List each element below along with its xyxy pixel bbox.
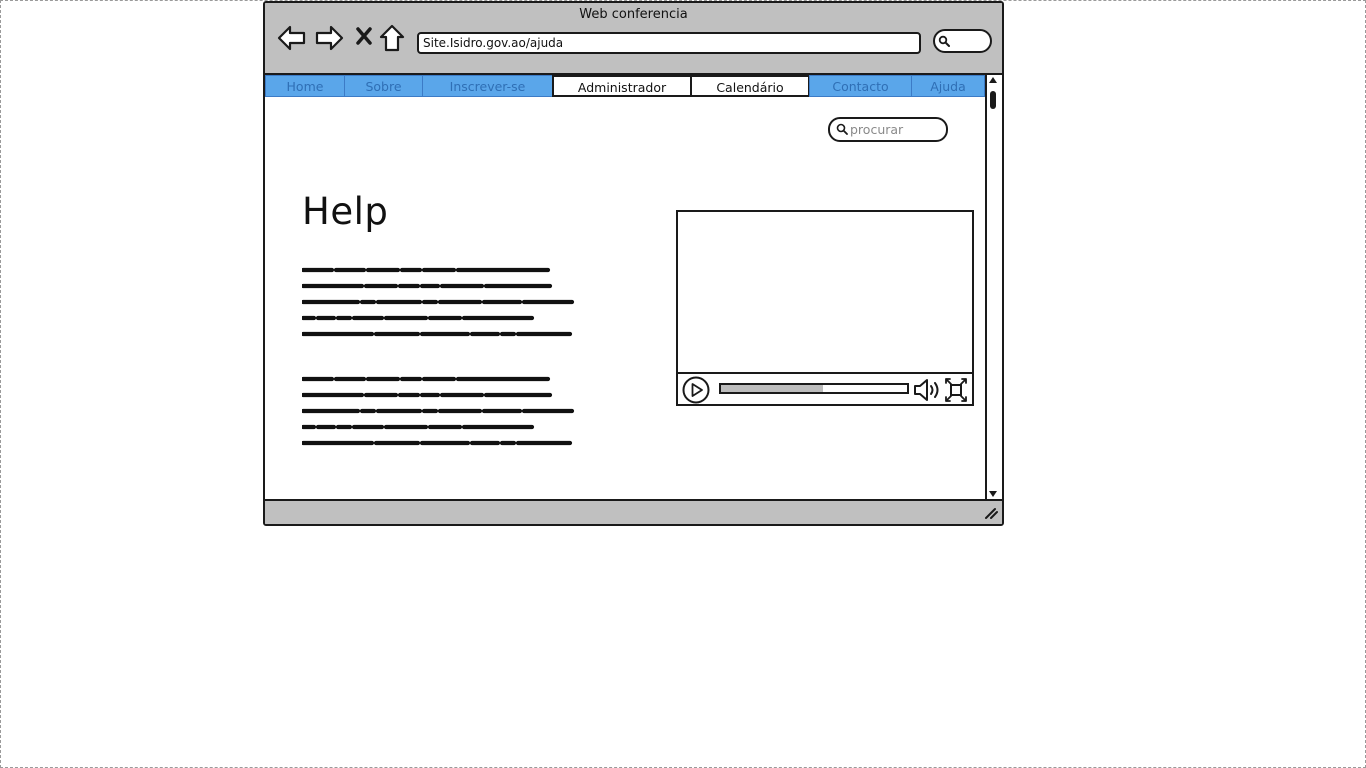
- browser-statusbar: [265, 499, 1002, 524]
- paragraph-placeholder: [302, 267, 575, 337]
- browser-titlebar: Web conferencia Site.Isidro.gov.ao/ajuda: [265, 3, 1002, 75]
- address-bar[interactable]: Site.Isidro.gov.ao/ajuda: [417, 32, 921, 54]
- home-icon[interactable]: [379, 24, 405, 52]
- video-screen[interactable]: [678, 212, 972, 374]
- window-title: Web conferencia: [579, 7, 688, 22]
- browser-window: Web conferencia Site.Isidro.gov.ao/ajuda…: [263, 1, 1004, 526]
- fullscreen-icon[interactable]: [944, 377, 968, 403]
- vertical-scrollbar[interactable]: [985, 75, 1000, 500]
- page-search-field[interactable]: [828, 117, 948, 142]
- tab-administrador[interactable]: Administrador: [552, 75, 692, 97]
- search-input[interactable]: [850, 120, 940, 138]
- tab-calendario[interactable]: Calendário: [690, 75, 810, 97]
- browser-search-field[interactable]: [933, 29, 992, 53]
- scroll-down-icon[interactable]: [988, 490, 998, 498]
- page-title: Help: [302, 190, 389, 233]
- site-navbar: Home Sobre Inscrever-se Administrador Ca…: [265, 75, 985, 99]
- tab-inscrever-se[interactable]: Inscrever-se: [422, 75, 553, 97]
- search-icon: [836, 123, 848, 135]
- scroll-up-icon[interactable]: [988, 76, 998, 84]
- resize-grip-icon[interactable]: [984, 507, 998, 519]
- video-progress-bar[interactable]: [719, 383, 909, 394]
- video-controls: [678, 373, 972, 404]
- video-player[interactable]: [676, 210, 974, 406]
- volume-icon[interactable]: [913, 378, 941, 402]
- stop-icon[interactable]: [355, 25, 373, 47]
- tab-ajuda[interactable]: Ajuda: [911, 75, 985, 97]
- forward-arrow-icon[interactable]: [314, 25, 344, 51]
- play-icon[interactable]: [682, 376, 710, 404]
- tab-contacto[interactable]: Contacto: [809, 75, 912, 97]
- back-arrow-icon[interactable]: [277, 25, 307, 51]
- search-icon: [938, 35, 950, 47]
- tab-sobre[interactable]: Sobre: [344, 75, 423, 97]
- video-progress-fill: [721, 385, 824, 392]
- tab-home[interactable]: Home: [265, 75, 345, 97]
- scroll-thumb[interactable]: [990, 91, 996, 109]
- paragraph-placeholder: [302, 376, 575, 446]
